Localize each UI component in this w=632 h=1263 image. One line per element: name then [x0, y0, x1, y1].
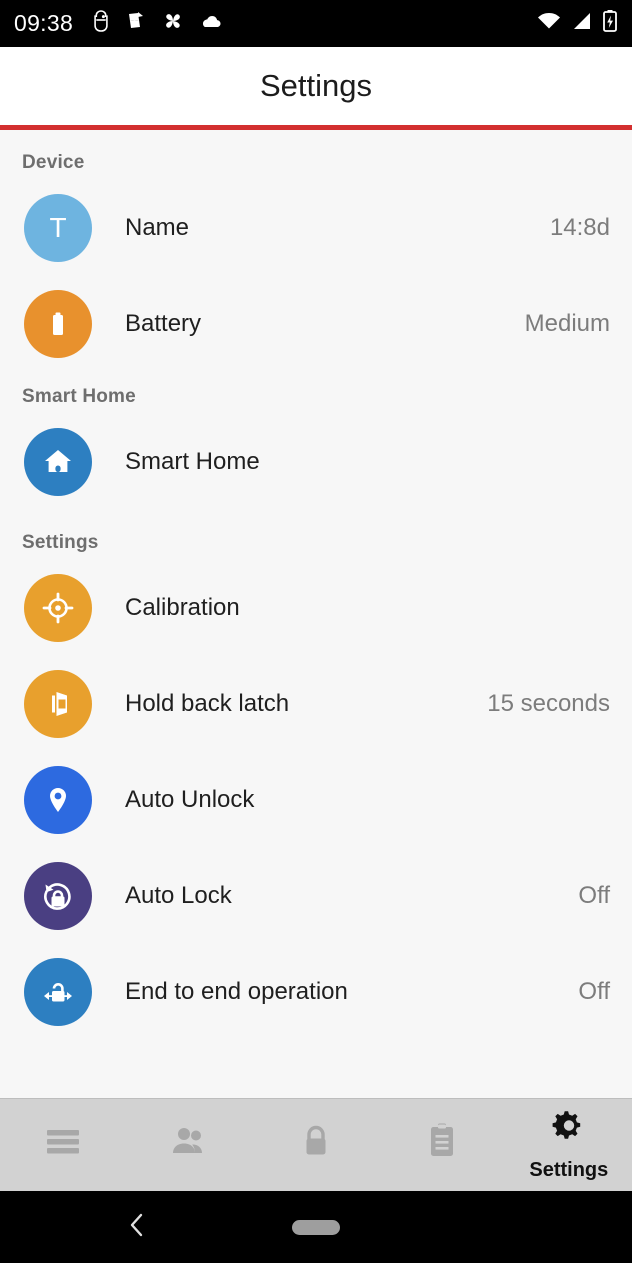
settings-row-label: Auto Lock: [125, 882, 232, 909]
status-bar-clock: 09:38: [14, 10, 74, 36]
settings-row-label: Battery: [125, 310, 202, 337]
pinwheel-icon: [161, 9, 185, 38]
svg-text:T: T: [49, 212, 66, 243]
home-icon: [24, 428, 92, 496]
settings-row-label: Smart Home: [125, 448, 260, 475]
cellular-signal-icon: [571, 10, 593, 37]
app-title-bar: Settings: [0, 47, 632, 125]
open-door-icon: [24, 670, 92, 738]
settings-row-label: Hold back latch: [125, 690, 290, 717]
nav-tab-label: Settings: [529, 1158, 609, 1181]
home-pill-icon[interactable]: [292, 1219, 340, 1235]
notification-icons: [91, 9, 223, 38]
system-status-icons: [536, 9, 618, 38]
battery-icon: [24, 290, 92, 358]
cloud-icon: [199, 9, 223, 38]
section-header-smart-home: Smart Home: [22, 386, 136, 407]
lock-arrows-icon: [24, 958, 92, 1026]
settings-row-auto-lock[interactable]: Auto Lock Off: [0, 848, 632, 944]
section-header-settings: Settings: [22, 532, 99, 553]
battery-charging-icon: [602, 9, 618, 38]
map-pin-icon: [24, 766, 92, 834]
bug-icon: [91, 9, 111, 38]
status-bar: 09:38: [0, 0, 632, 47]
settings-row-smart-home[interactable]: Smart Home: [0, 414, 632, 510]
settings-list: Device T Name 14:8d Battery Medium Smart…: [0, 130, 632, 1098]
crosshair-icon: [24, 574, 92, 642]
people-icon: [167, 1122, 213, 1165]
phone-screen: 09:38 Settings Device T Name 14:8d Batte…: [0, 0, 632, 1263]
android-navigation-bar: [0, 1191, 632, 1263]
back-chevron-icon[interactable]: [124, 1210, 150, 1245]
settings-row-calibration[interactable]: Calibration: [0, 560, 632, 656]
gear-icon: [548, 1109, 590, 1156]
clipboard-icon: [423, 1120, 461, 1167]
section-header-device: Device: [22, 152, 85, 173]
nav-tab-settings[interactable]: Settings: [506, 1099, 632, 1191]
settings-row-name[interactable]: T Name 14:8d: [0, 180, 632, 276]
settings-row-auto-unlock[interactable]: Auto Unlock: [0, 752, 632, 848]
settings-row-end-to-end-operation[interactable]: End to end operation Off: [0, 944, 632, 1040]
lock-rotate-icon: [24, 862, 92, 930]
settings-row-label: Name: [125, 214, 190, 241]
settings-row-value: Medium: [524, 310, 610, 337]
page-title: Settings: [259, 68, 372, 103]
bottom-navigation-bar: Settings: [0, 1098, 632, 1191]
settings-row-value: 14:8d: [549, 214, 610, 241]
nav-tab-log[interactable]: [379, 1099, 505, 1191]
settings-row-battery[interactable]: Battery Medium: [0, 276, 632, 372]
settings-row-value: Off: [578, 978, 610, 1005]
settings-row-label: Auto Unlock: [125, 786, 255, 813]
settings-row-label: End to end operation: [125, 978, 348, 1005]
nav-tab-users[interactable]: [126, 1099, 252, 1191]
settings-row-value: 15 seconds: [487, 690, 610, 717]
settings-row-label: Calibration: [125, 594, 240, 621]
flag-arrow-icon: [125, 9, 147, 38]
letter-t-avatar-icon: T: [24, 194, 92, 262]
nav-tab-menu[interactable]: [0, 1099, 126, 1191]
wifi-icon: [536, 10, 562, 37]
nav-tab-lock[interactable]: [253, 1099, 379, 1191]
hamburger-menu-icon: [41, 1122, 85, 1165]
settings-row-value: Off: [578, 882, 610, 909]
settings-row-hold-back-latch[interactable]: Hold back latch 15 seconds: [0, 656, 632, 752]
lock-icon: [296, 1121, 336, 1166]
